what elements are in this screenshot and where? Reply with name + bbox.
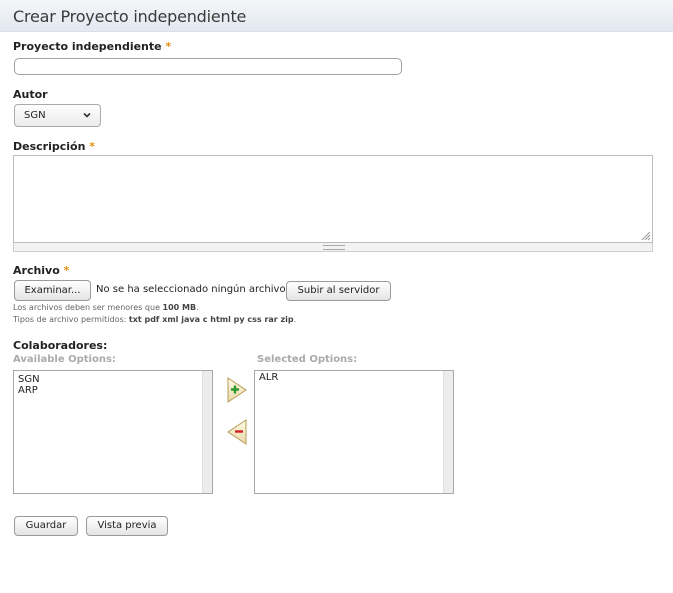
description-label: Descripción * — [13, 140, 95, 153]
collaborators-label: Colaboradores: — [13, 339, 108, 352]
description-label-text: Descripción — [13, 140, 86, 153]
list-item[interactable]: ALR — [259, 372, 278, 383]
available-options-label: Available Options: — [13, 354, 116, 365]
available-options-list[interactable]: SGN ARP — [13, 370, 213, 494]
author-select[interactable]: SGN — [14, 104, 101, 127]
scrollbar[interactable] — [443, 371, 453, 493]
no-file-text: No se ha seleccionado ningún archivo. — [96, 284, 289, 295]
add-option-icon[interactable] — [226, 376, 248, 404]
types-note-value: txt pdf xml java c html py css rar zip — [128, 315, 294, 324]
required-marker: * — [165, 40, 172, 53]
project-name-input[interactable] — [14, 58, 402, 75]
required-marker: * — [63, 264, 70, 277]
selected-options-list[interactable]: ALR — [254, 370, 454, 494]
types-note-prefix: Tipos de archivo permitidos: — [13, 315, 129, 324]
remove-option-icon[interactable] — [226, 418, 248, 446]
file-types-note: Tipos de archivo permitidos: txt pdf xml… — [13, 315, 296, 324]
types-note-suffix: . — [293, 315, 297, 324]
author-label: Autor — [13, 88, 48, 101]
selected-options-label: Selected Options: — [257, 354, 358, 365]
save-button[interactable]: Guardar — [14, 516, 78, 536]
page-title: Crear Proyecto independiente — [13, 7, 247, 26]
project-name-label: Proyecto independiente * — [13, 40, 171, 53]
list-item[interactable]: ARP — [18, 385, 38, 396]
required-marker: * — [89, 140, 96, 153]
page-header: Crear Proyecto independiente — [0, 0, 673, 32]
upload-button[interactable]: Subir al servidor — [286, 281, 391, 301]
textarea-grippie[interactable] — [13, 243, 653, 252]
resize-handle-icon[interactable] — [639, 229, 651, 241]
preview-button[interactable]: Vista previa — [86, 516, 168, 536]
file-size-note: Los archivos deben ser menores que 100 M… — [13, 303, 199, 312]
size-note-prefix: Los archivos deben ser menores que — [13, 303, 163, 312]
author-select-value: SGN — [24, 110, 46, 121]
scrollbar[interactable] — [202, 371, 212, 493]
grippie-bar — [323, 245, 345, 250]
chevron-down-icon — [83, 112, 91, 118]
file-label-text: Archivo — [13, 264, 60, 277]
list-item[interactable]: SGN — [18, 374, 40, 385]
size-note-value: 100 MB — [162, 303, 197, 312]
browse-button[interactable]: Examinar... — [14, 280, 91, 301]
project-name-label-text: Proyecto independiente — [13, 40, 162, 53]
size-note-suffix: . — [196, 303, 199, 312]
file-label: Archivo * — [13, 264, 69, 277]
description-textarea[interactable] — [13, 155, 653, 243]
